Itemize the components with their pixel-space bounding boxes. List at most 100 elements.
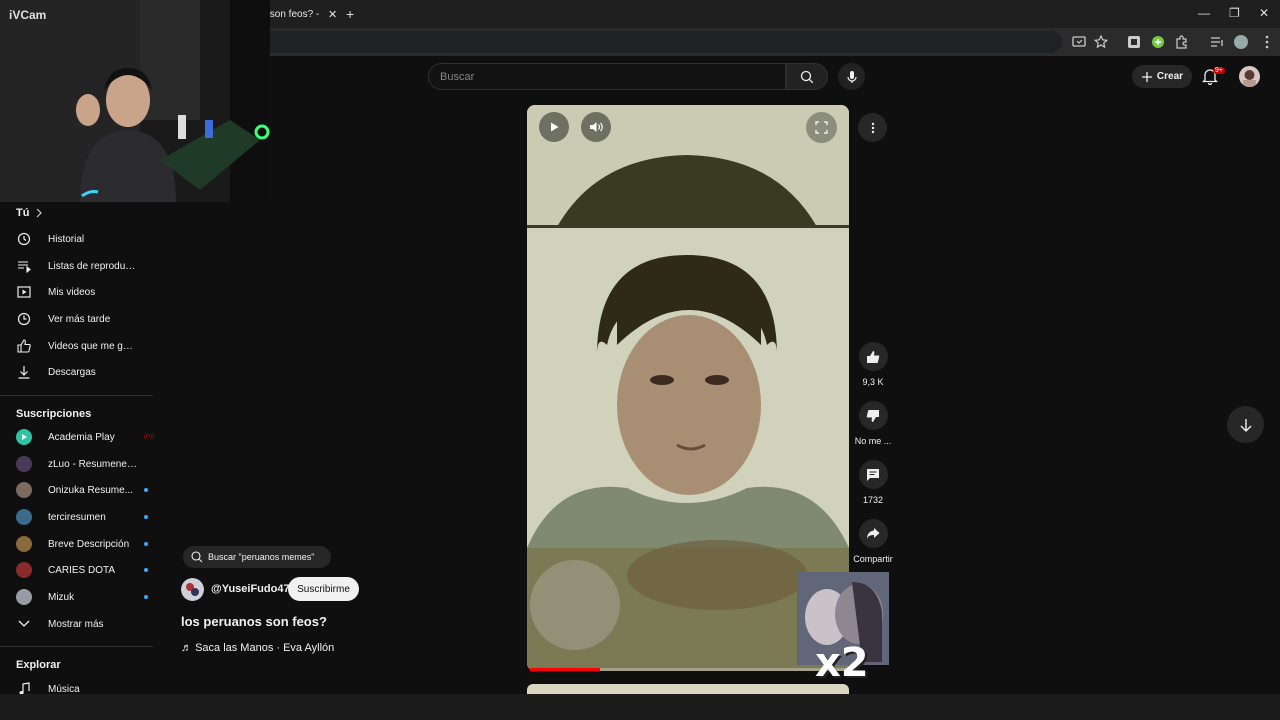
subscriptions-title: Suscripciones	[16, 408, 92, 420]
share-action[interactable]: Compartir	[848, 519, 898, 564]
channel-avatar	[16, 456, 32, 472]
minimize-button[interactable]: —	[1198, 6, 1210, 20]
short-title[interactable]: los peruanos son feos?	[181, 614, 327, 629]
arrow-down-icon	[1240, 418, 1251, 432]
sidebar-item-label: Ver más tarde	[48, 313, 111, 325]
channel-avatar[interactable]	[181, 578, 204, 601]
music-label: Saca las Manos · Eva Ayllón	[195, 642, 335, 654]
sidebar-item-downloads[interactable]: Descargas	[16, 359, 156, 385]
watch-later-icon	[16, 311, 32, 327]
sidebar-subscription[interactable]: Academia Play ((•))	[16, 424, 156, 450]
subscription-name: Breve Descripción	[48, 538, 130, 550]
sidebar-subscription[interactable]: Onizuka Resume...	[16, 477, 156, 503]
cast-icon[interactable]	[1071, 34, 1087, 50]
share-label: Compartir	[853, 554, 893, 564]
sidebar-subscription[interactable]: Breve Descripción	[16, 531, 156, 557]
bookmark-star-icon[interactable]	[1093, 34, 1109, 50]
play-icon	[551, 122, 559, 132]
extension-green-icon[interactable]	[1150, 34, 1166, 50]
new-content-dot	[144, 542, 148, 546]
show-more-button[interactable]: Mostrar más	[16, 611, 156, 637]
new-content-dot	[144, 568, 148, 572]
voice-search-button[interactable]	[838, 63, 865, 90]
more-vertical-icon	[871, 122, 874, 133]
more-options-button[interactable]	[858, 113, 887, 142]
channel-avatar	[16, 536, 32, 552]
dislike-action[interactable]: No me ...	[848, 401, 898, 446]
new-tab-button[interactable]: +	[346, 6, 354, 22]
create-button[interactable]: Crear	[1132, 65, 1192, 88]
channel-avatar	[16, 429, 32, 445]
fullscreen-button[interactable]	[806, 112, 837, 143]
sidebar-item-history[interactable]: Historial	[16, 226, 156, 252]
channel-avatar	[16, 589, 32, 605]
sidebar-item-watch-later[interactable]: Ver más tarde	[16, 306, 156, 332]
tab-title: s son feos? -	[262, 8, 320, 20]
plus-icon	[1141, 71, 1152, 82]
extension-qr-icon[interactable]	[1126, 34, 1142, 50]
sidebar-subscription[interactable]: CARIES DOTA	[16, 557, 156, 583]
subscription-name: zLuo - Resumenes ...	[48, 458, 138, 470]
related-search-label: Buscar "peruanos memes"	[208, 552, 315, 562]
next-short-button[interactable]	[1227, 406, 1264, 443]
sidebar-item-my-videos[interactable]: Mis videos	[16, 279, 156, 305]
close-window-button[interactable]: ✕	[1259, 6, 1269, 20]
address-bar[interactable]	[262, 31, 1062, 53]
sidebar-subscription[interactable]: zLuo - Resumenes ...	[16, 451, 156, 477]
sidebar-subscription[interactable]: terciresumen	[16, 504, 156, 530]
browser-menu-icon[interactable]	[1259, 34, 1275, 50]
play-button[interactable]	[539, 112, 569, 142]
download-icon	[16, 364, 32, 380]
subscription-name: Onizuka Resume...	[48, 484, 134, 496]
subscribe-button[interactable]: Suscribirme	[288, 577, 359, 601]
sidebar-item-playlists[interactable]: Listas de reproducc...	[16, 253, 156, 279]
like-action[interactable]: 9,3 K	[848, 342, 898, 387]
search-field[interactable]	[428, 63, 786, 90]
fullscreen-icon	[815, 121, 828, 134]
comments-button[interactable]	[858, 460, 888, 489]
dislike-button[interactable]	[858, 401, 888, 430]
profile-icon[interactable]	[1233, 34, 1249, 50]
you-section-title[interactable]: Tú	[16, 207, 43, 219]
comments-action[interactable]: 1732	[848, 460, 898, 505]
explore-title: Explorar	[16, 659, 61, 671]
liked-icon	[16, 338, 32, 354]
sidebar-subscription[interactable]: Mizuk	[16, 584, 156, 610]
sidebar-item-liked-videos[interactable]: Videos que me gus...	[16, 333, 156, 359]
channel-avatar	[16, 562, 32, 578]
tab-close-icon[interactable]: ✕	[328, 8, 337, 21]
search-input[interactable]	[429, 64, 785, 89]
show-more-label: Mostrar más	[48, 618, 104, 630]
new-content-dot	[144, 515, 148, 519]
short-music[interactable]: ♬ Saca las Manos · Eva Ayllón	[181, 642, 334, 654]
microphone-icon	[846, 70, 857, 83]
browser-tab[interactable]: s son feos? - ✕	[262, 3, 342, 25]
sidebar-item-label: Historial	[48, 233, 85, 245]
media-queue-icon[interactable]	[1209, 34, 1225, 50]
user-avatar[interactable]	[1239, 66, 1260, 87]
channel-avatar	[16, 482, 32, 498]
new-content-dot	[144, 595, 148, 599]
webcam-feed-image	[0, 0, 270, 202]
search-button[interactable]	[786, 63, 828, 90]
channel-name[interactable]: @YuseiFudo47	[211, 583, 290, 595]
playlist-icon	[16, 258, 32, 274]
restore-button[interactable]: ❐	[1229, 6, 1240, 20]
os-taskbar	[0, 694, 1280, 720]
channel-avatar	[16, 509, 32, 525]
related-search-chip[interactable]: Buscar "peruanos memes"	[183, 546, 331, 568]
sidebar-divider	[0, 646, 153, 647]
share-button[interactable]	[858, 519, 888, 548]
search-icon	[191, 551, 203, 563]
extensions-puzzle-icon[interactable]	[1174, 34, 1190, 50]
ivcam-window: iVCam	[0, 0, 270, 202]
like-button[interactable]	[858, 342, 888, 371]
next-short-preview[interactable]	[527, 684, 849, 694]
new-content-dot	[144, 488, 148, 492]
search-icon	[800, 70, 814, 83]
share-icon	[867, 528, 880, 539]
notifications-badge: 9+	[1213, 67, 1225, 74]
overlay-x2-text: x2	[815, 640, 869, 686]
volume-button[interactable]	[581, 112, 611, 142]
volume-icon	[590, 122, 603, 132]
